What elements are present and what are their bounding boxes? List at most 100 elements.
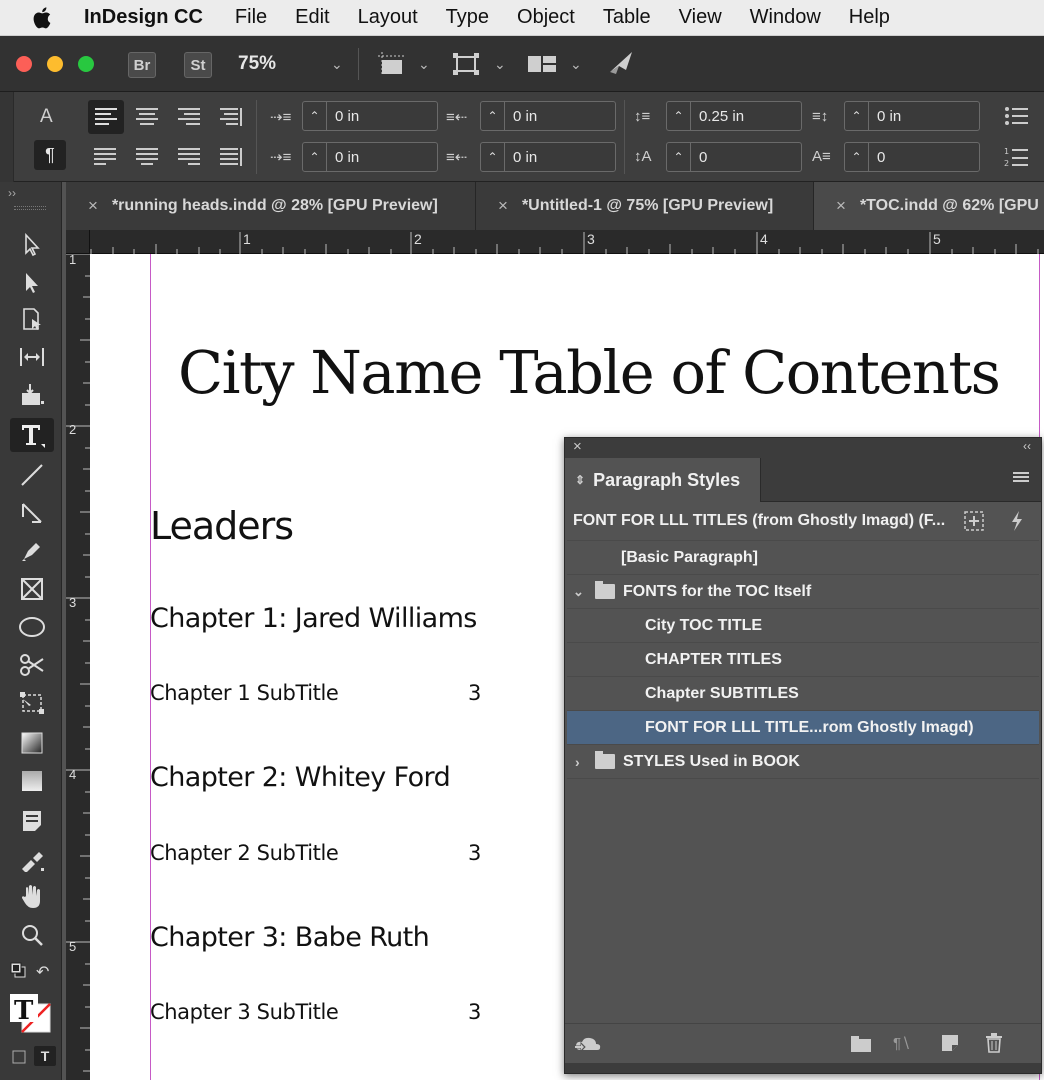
chapter-subtitle[interactable]: Chapter 2 SubTitle [150,841,339,865]
zoom-level[interactable]: 75% [238,53,276,75]
chapter-title[interactable]: Chapter 3: Babe Ruth [150,922,430,953]
stock-button[interactable]: St [184,52,212,78]
style-font-for-lll-titles[interactable]: FONT FOR LLL TITLE...rom Ghostly Imagd) [567,711,1039,745]
justify-all-icon[interactable] [220,148,242,171]
section-heading[interactable]: Leaders [150,504,294,548]
swap-fill-stroke-icon[interactable]: ↶ [36,962,49,982]
gradient-swatch-tool-icon[interactable] [10,726,54,760]
new-group-folder-icon[interactable] [851,1036,873,1057]
chapter-title[interactable]: Chapter 2: Whitey Ford [150,762,451,793]
menu-help[interactable]: Help [849,6,890,29]
screen-mode-chevron-icon[interactable]: ⌄ [494,56,506,73]
drop-cap-lines-field[interactable]: ⌃ 0 [666,142,802,172]
close-tab-icon[interactable]: × [88,196,98,216]
style-city-toc-title[interactable]: City TOC TITLE [567,609,1039,643]
fill-stroke-text-icon[interactable]: T [8,992,54,1041]
clear-overrides-icon[interactable] [1009,510,1025,537]
menu-view[interactable]: View [679,6,722,29]
zoom-dropdown-chevron-icon[interactable]: ⌄ [331,56,343,73]
space-before-stepper[interactable]: ⌃ [667,102,691,130]
selection-tool-icon[interactable] [10,228,54,262]
space-before-field[interactable]: ⌃ 0.25 in [666,101,802,131]
tab-toc[interactable]: ×*TOC.indd @ 62% [GPU Preview] [814,182,1044,230]
default-fill-stroke-icon[interactable] [10,962,26,983]
collapse-panel-icon[interactable]: ‹‹ [1023,439,1031,453]
menu-edit[interactable]: Edit [295,6,329,29]
space-after-field[interactable]: ⌃ 0 in [844,101,980,131]
arrange-documents-chevron-icon[interactable]: ⌄ [570,56,582,73]
right-indent-field[interactable]: ⌃ 0 in [480,101,616,131]
drop-cap-chars-stepper[interactable]: ⌃ [845,143,869,171]
hand-tool-icon[interactable] [10,880,54,914]
panel-header[interactable]: × ‹‹ [565,438,1041,458]
close-tab-icon[interactable]: × [836,196,846,216]
justify-right-icon[interactable] [178,148,200,171]
type-tool-icon[interactable] [10,418,54,452]
paragraph-formatting-mode[interactable]: ¶ [34,140,66,170]
publish-online-icon[interactable] [606,50,636,83]
chapter-subtitle[interactable]: Chapter 1 SubTitle [150,681,339,705]
tab-paragraph-styles[interactable]: ⇕ Paragraph Styles [565,458,761,502]
app-menu[interactable]: InDesign CC [84,6,203,29]
chevron-right-icon[interactable]: › [575,754,595,770]
direct-selection-tool-icon[interactable] [10,266,54,300]
tab-untitled-1[interactable]: × *Untitled-1 @ 75% [GPU Preview] [476,182,814,230]
screen-mode-icon[interactable] [452,52,480,81]
control-panel-grip[interactable] [0,92,14,182]
first-line-indent-stepper[interactable]: ⌃ [303,143,327,171]
bulleted-list-icon[interactable] [1004,106,1028,133]
pencil-tool-icon[interactable] [10,534,54,568]
first-line-indent-field[interactable]: ⌃ 0 in [302,142,438,172]
left-indent-field[interactable]: ⌃ 0 in [302,101,438,131]
space-after-stepper[interactable]: ⌃ [845,102,869,130]
last-line-indent-field[interactable]: ⌃ 0 in [480,142,616,172]
drop-cap-chars-field[interactable]: ⌃ 0 [844,142,980,172]
page-number[interactable]: 3 [468,681,481,705]
view-options-chevron-icon[interactable]: ⌄ [418,56,430,73]
menu-window[interactable]: Window [750,6,821,29]
apple-icon[interactable] [32,6,54,29]
zoom-window-button[interactable] [78,56,94,72]
horizontal-ruler[interactable]: 1 2 3 4 5 [66,230,1044,254]
style-chapter-subtitles[interactable]: Chapter SUBTITLES [567,677,1039,711]
chapter-subtitle[interactable]: Chapter 3 SubTitle [150,1000,339,1024]
panel-resize-grip[interactable] [565,1063,1041,1073]
line-tool-icon[interactable] [10,458,54,492]
trash-icon[interactable] [985,1033,1003,1058]
ruler-origin[interactable] [66,230,90,254]
align-center-icon[interactable] [136,108,158,131]
clear-overrides-button[interactable]: ¶∖ [893,1034,911,1052]
formatting-container-icon[interactable] [12,1050,26,1069]
close-panel-icon[interactable]: × [573,438,582,455]
eyedropper-tool-icon[interactable] [10,842,54,876]
chapter-title[interactable]: Chapter 1: Jared Williams [150,603,477,634]
bridge-button[interactable]: Br [128,52,156,78]
align-left-button[interactable] [88,100,124,134]
right-indent-stepper[interactable]: ⌃ [481,102,505,130]
content-collector-tool-icon[interactable] [10,378,54,412]
minimize-window-button[interactable] [47,56,63,72]
zoom-tool-icon[interactable] [10,918,54,952]
note-tool-icon[interactable] [10,804,54,838]
page-number[interactable]: 3 [468,1000,481,1024]
collapse-tools-icon[interactable]: ›› [8,186,16,200]
cc-libraries-icon[interactable] [573,1034,603,1059]
gradient-feather-tool-icon[interactable] [10,764,54,798]
numbered-list-icon[interactable]: 12 [1004,146,1028,175]
new-style-icon[interactable] [941,1034,959,1057]
close-window-button[interactable] [16,56,32,72]
menu-file[interactable]: File [235,6,267,29]
ellipse-tool-icon[interactable] [10,610,54,644]
style-group-styles-used-in-book[interactable]: › STYLES Used in BOOK [567,745,1039,779]
last-line-indent-stepper[interactable]: ⌃ [481,143,505,171]
style-chapter-titles[interactable]: CHAPTER TITLES [567,643,1039,677]
chevron-down-icon[interactable]: ⌄ [573,584,595,600]
align-towards-spine-icon[interactable] [220,108,242,131]
justify-center-icon[interactable] [136,148,158,171]
close-tab-icon[interactable]: × [498,196,508,216]
free-transform-tool-icon[interactable] [10,686,54,720]
menu-layout[interactable]: Layout [358,6,418,29]
toc-title[interactable]: City Name Table of Contents [178,338,1001,407]
justify-left-icon[interactable] [94,148,116,171]
left-indent-stepper[interactable]: ⌃ [303,102,327,130]
